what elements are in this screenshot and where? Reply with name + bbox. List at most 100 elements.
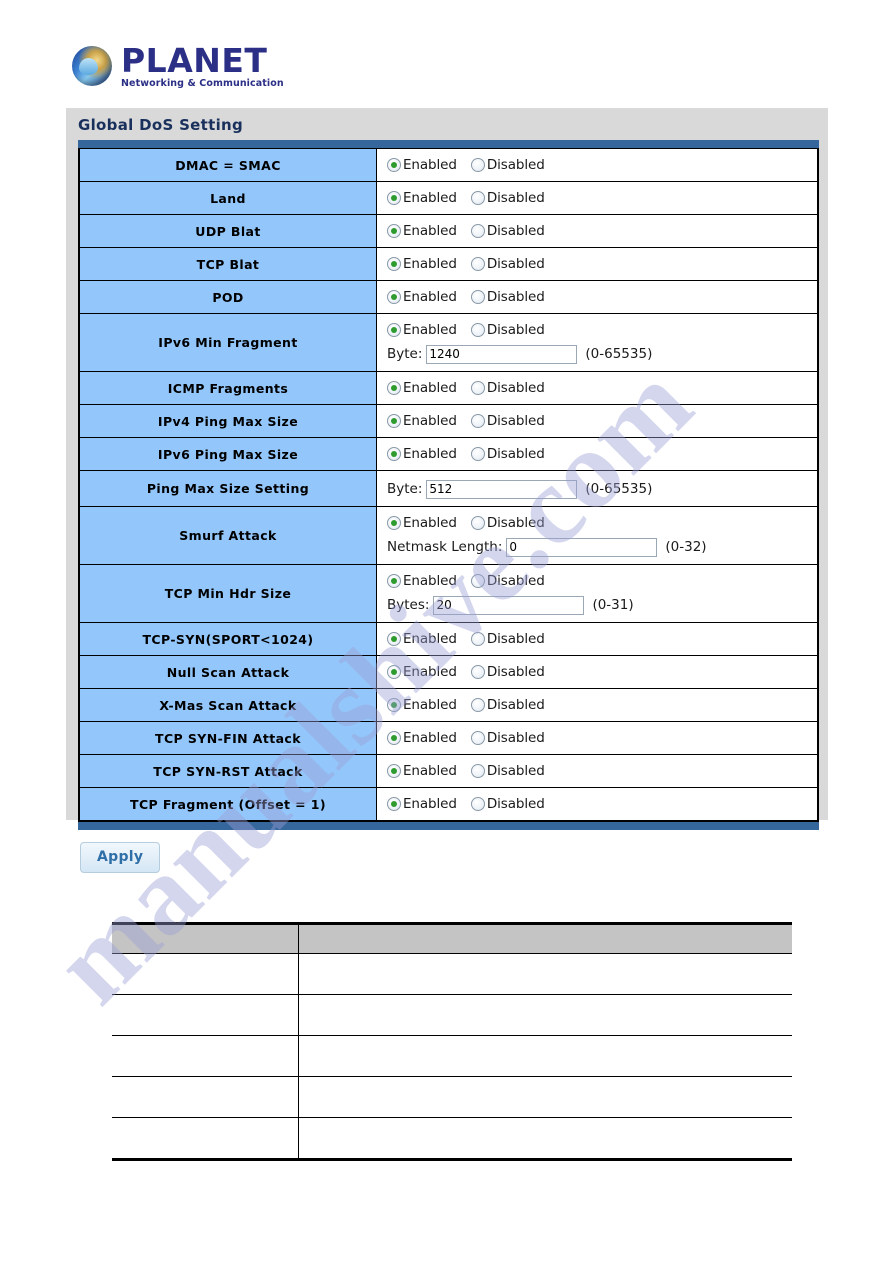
radio-enabled[interactable] [387, 447, 401, 461]
radio-disabled[interactable] [470, 323, 485, 337]
radio-disabled[interactable] [470, 191, 485, 205]
radio-enabled-label[interactable]: Enabled [403, 190, 457, 206]
radio-disabled[interactable] [470, 224, 485, 238]
radio-disabled-label[interactable]: Disabled [487, 157, 545, 173]
panel-top-bar [78, 140, 819, 148]
value-input[interactable] [433, 595, 585, 615]
setting-control-cell: Enabled Disabled [376, 214, 818, 248]
table-row [112, 1035, 792, 1077]
radio-enabled[interactable] [387, 191, 401, 205]
radio-enabled[interactable] [387, 381, 401, 395]
radio-enabled[interactable] [387, 224, 401, 238]
radio-disabled[interactable] [470, 698, 485, 712]
radio-enabled[interactable] [387, 731, 401, 745]
radio-enabled-label[interactable]: Enabled [403, 573, 457, 589]
radio-disabled-label[interactable]: Disabled [487, 223, 545, 239]
radio-disabled-label[interactable]: Disabled [487, 289, 545, 305]
radio-disabled-label[interactable]: Disabled [487, 697, 545, 713]
value-field-line: Bytes: (0-31) [387, 593, 817, 617]
parameter-description-table [112, 922, 792, 1161]
value-input[interactable] [426, 479, 578, 499]
radio-enabled[interactable] [387, 574, 401, 588]
radio-enabled-label[interactable]: Enabled [403, 157, 457, 173]
radio-disabled[interactable] [470, 158, 485, 172]
radio-enabled[interactable] [387, 257, 401, 271]
radio-disabled[interactable] [470, 764, 485, 778]
radio-enabled-label[interactable]: Enabled [403, 631, 457, 647]
radio-group: Enabled Disabled [387, 661, 817, 683]
radio-group: Enabled Disabled [387, 628, 817, 650]
radio-disabled[interactable] [470, 290, 485, 304]
table-row: IPv4 Ping Max Size Enabled Disabled [79, 404, 818, 438]
radio-group: Enabled Disabled [387, 512, 817, 534]
radio-enabled-label[interactable]: Enabled [403, 796, 457, 812]
table-row: TCP SYN-FIN Attack Enabled Disabled [79, 721, 818, 755]
radio-enabled-label[interactable]: Enabled [403, 289, 457, 305]
radio-disabled-label[interactable]: Disabled [487, 763, 545, 779]
radio-enabled-label[interactable]: Enabled [403, 664, 457, 680]
radio-enabled-label[interactable]: Enabled [403, 322, 457, 338]
table-row: TCP SYN-RST Attack Enabled Disabled [79, 754, 818, 788]
radio-disabled[interactable] [470, 665, 485, 679]
radio-disabled-label[interactable]: Disabled [487, 631, 545, 647]
radio-enabled-label[interactable]: Enabled [403, 446, 457, 462]
radio-disabled[interactable] [470, 731, 485, 745]
radio-disabled-label[interactable]: Disabled [487, 446, 545, 462]
radio-enabled[interactable] [387, 516, 401, 530]
radio-enabled[interactable] [387, 323, 401, 337]
radio-enabled[interactable] [387, 632, 401, 646]
table-row: TCP Fragment (Offset = 1) Enabled Disabled [79, 787, 818, 821]
radio-disabled-label[interactable]: Disabled [487, 413, 545, 429]
radio-enabled-label[interactable]: Enabled [403, 515, 457, 531]
radio-disabled-label[interactable]: Disabled [487, 796, 545, 812]
radio-disabled-label[interactable]: Disabled [487, 573, 545, 589]
radio-enabled-label[interactable]: Enabled [403, 763, 457, 779]
radio-disabled[interactable] [470, 632, 485, 646]
radio-disabled[interactable] [470, 257, 485, 271]
radio-group: Enabled Disabled [387, 377, 817, 399]
radio-disabled-label[interactable]: Disabled [487, 256, 545, 272]
radio-enabled[interactable] [387, 797, 401, 811]
radio-disabled-label[interactable]: Disabled [487, 322, 545, 338]
radio-disabled-label[interactable]: Disabled [487, 730, 545, 746]
radio-enabled[interactable] [387, 158, 401, 172]
radio-disabled[interactable] [470, 516, 485, 530]
table-row: Land Enabled Disabled [79, 181, 818, 215]
radio-disabled-label[interactable]: Disabled [487, 664, 545, 680]
setting-label: IPv4 Ping Max Size [79, 404, 377, 438]
page-title: Global DoS Setting [78, 116, 244, 134]
radio-disabled[interactable] [470, 381, 485, 395]
radio-enabled-label[interactable]: Enabled [403, 697, 457, 713]
radio-enabled[interactable] [387, 665, 401, 679]
radio-enabled[interactable] [387, 290, 401, 304]
value-input[interactable] [426, 344, 578, 364]
radio-enabled[interactable] [387, 414, 401, 428]
radio-enabled[interactable] [387, 764, 401, 778]
radio-group: Enabled Disabled [387, 727, 817, 749]
setting-control-cell: Enabled Disabled [376, 148, 818, 182]
radio-group: Enabled Disabled [387, 570, 817, 592]
apply-row: Apply [66, 830, 828, 873]
radio-enabled-label[interactable]: Enabled [403, 730, 457, 746]
radio-enabled-label[interactable]: Enabled [403, 223, 457, 239]
radio-disabled-label[interactable]: Disabled [487, 515, 545, 531]
radio-disabled[interactable] [470, 447, 485, 461]
radio-disabled-label[interactable]: Disabled [487, 190, 545, 206]
radio-disabled[interactable] [470, 797, 485, 811]
radio-enabled-label[interactable]: Enabled [403, 413, 457, 429]
setting-label: POD [79, 280, 377, 314]
radio-disabled-label[interactable]: Disabled [487, 380, 545, 396]
radio-disabled[interactable] [470, 414, 485, 428]
value-range-hint: (0-65535) [585, 346, 653, 362]
table-cell [298, 1117, 792, 1161]
value-range-hint: (0-32) [665, 539, 707, 555]
radio-enabled-label[interactable]: Enabled [403, 256, 457, 272]
setting-control-cell: Enabled Disabled [376, 655, 818, 689]
radio-group: Enabled Disabled [387, 760, 817, 782]
apply-button[interactable]: Apply [80, 842, 161, 873]
radio-enabled[interactable] [387, 698, 401, 712]
value-input[interactable] [506, 537, 658, 557]
radio-disabled[interactable] [470, 574, 485, 588]
table-row: ICMP Fragments Enabled Disabled [79, 371, 818, 405]
radio-enabled-label[interactable]: Enabled [403, 380, 457, 396]
